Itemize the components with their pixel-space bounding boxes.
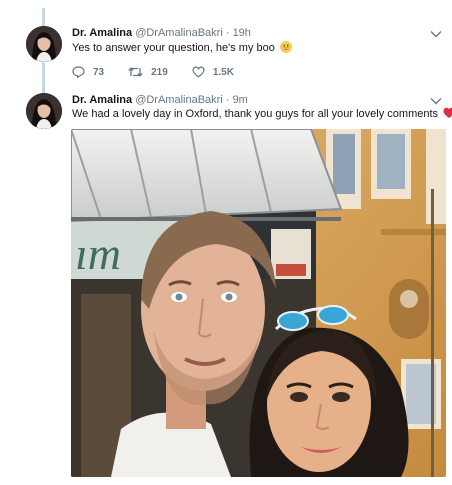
separator-dot: · — [225, 94, 230, 106]
thread-connector-top — [42, 8, 45, 28]
thread-connector-mid — [42, 62, 45, 94]
tweet-text: We had a lovely day in Oxford, thank you… — [72, 108, 439, 120]
tweet-text: Yes to answer your question, he's my boo — [72, 42, 275, 54]
reply-button[interactable]: 73 — [72, 66, 104, 78]
author-name[interactable]: Dr. Amalina — [72, 27, 132, 39]
svg-text:ım: ım — [75, 228, 121, 279]
selfie-oxford-photo: ım — [71, 129, 446, 477]
avatar[interactable] — [26, 93, 62, 129]
like-count: 1.5K — [212, 66, 234, 78]
retweet-button[interactable]: 219 — [128, 66, 168, 78]
reply-icon — [72, 66, 85, 78]
avatar[interactable] — [26, 26, 62, 62]
tweet-actions: 73 219 1.5K — [72, 66, 258, 78]
retweet-count: 219 — [151, 66, 168, 78]
grinning-emoji-icon — [280, 41, 292, 53]
profile-photo-icon — [26, 93, 62, 129]
author-handle[interactable]: @DrAmalinaBakri — [135, 27, 223, 39]
profile-photo-icon — [26, 26, 62, 62]
separator-dot: · — [225, 27, 230, 39]
timestamp[interactable]: 19h — [233, 27, 251, 39]
heart-outline-icon — [192, 66, 205, 78]
timestamp[interactable]: 9m — [233, 94, 248, 106]
red-heart-emoji-icon — [443, 107, 452, 118]
tweet-photo[interactable]: ım — [71, 129, 446, 477]
reply-count: 73 — [93, 66, 105, 78]
chevron-down-icon[interactable] — [430, 30, 442, 38]
like-button[interactable]: 1.5K — [192, 66, 234, 78]
retweet-icon — [128, 67, 143, 77]
author-handle[interactable]: @DrAmalinaBakri — [135, 94, 223, 106]
chevron-down-icon[interactable] — [430, 97, 442, 105]
author-name[interactable]: Dr. Amalina — [72, 94, 132, 106]
